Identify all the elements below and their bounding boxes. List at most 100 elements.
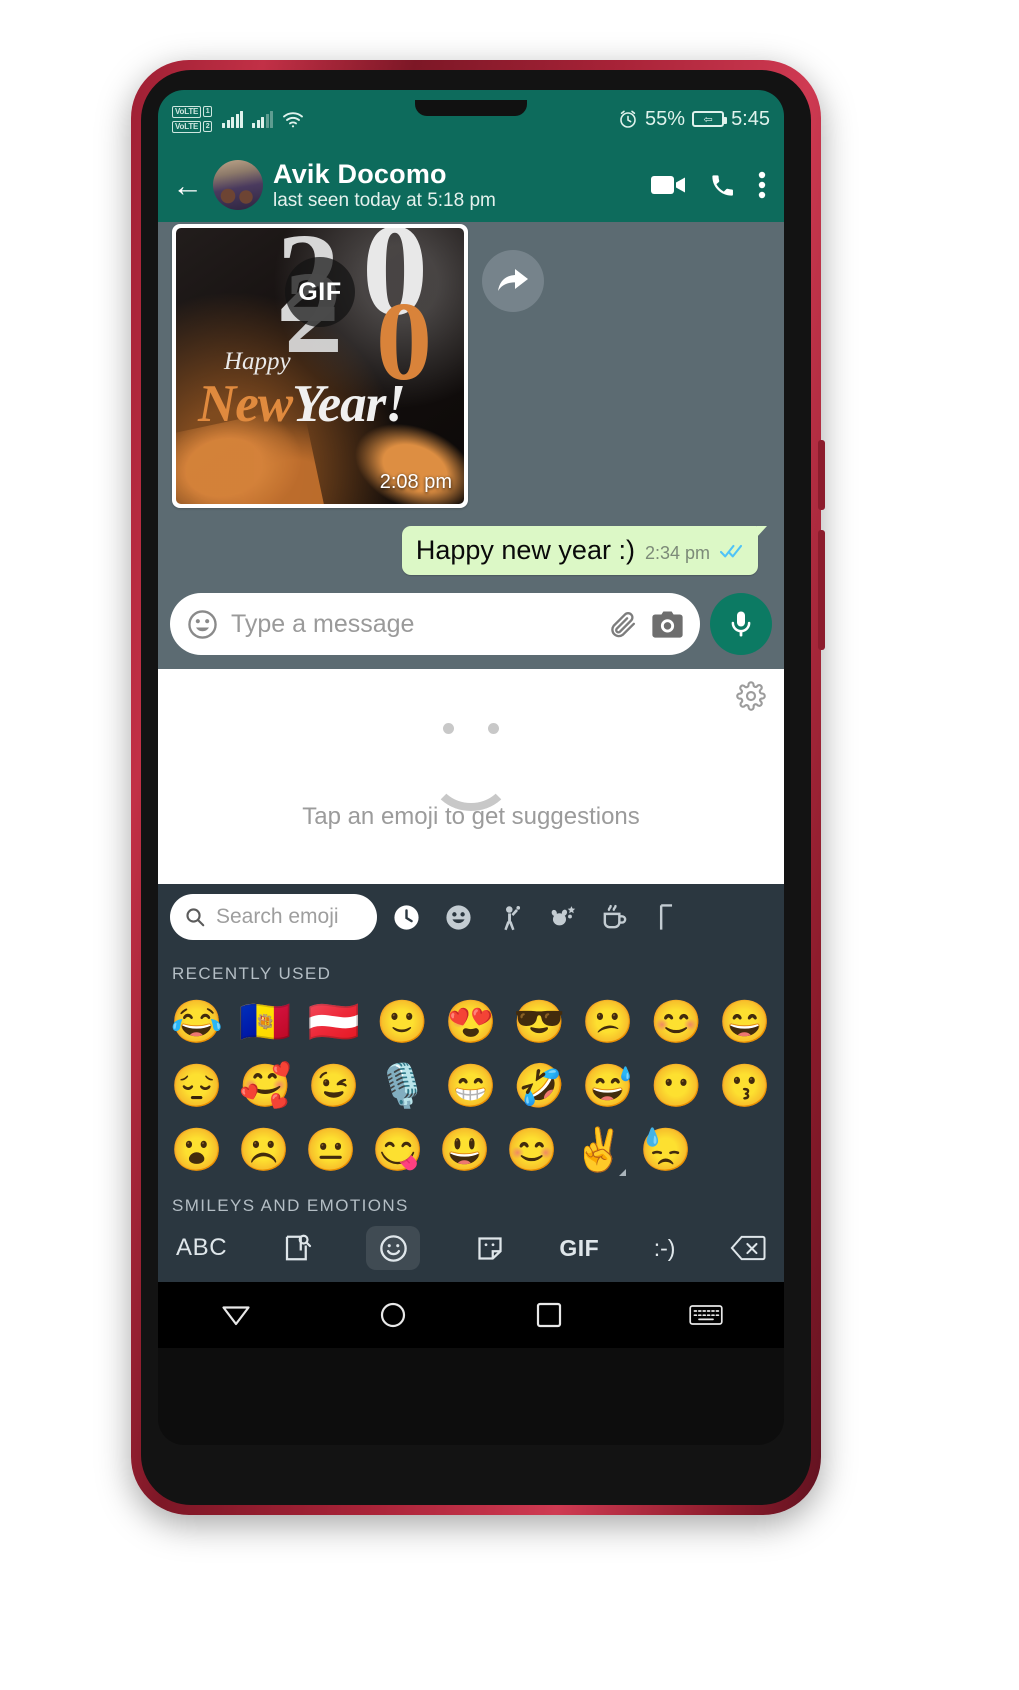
emoji-cell[interactable]: 😐	[302, 1122, 360, 1178]
chat-header: ← Avik Docomo last seen today at 5:18 pm	[158, 148, 784, 222]
emoji-smiley-icon[interactable]	[186, 608, 219, 641]
emoji-cell[interactable]: 🙂	[374, 994, 432, 1050]
back-arrow-icon[interactable]: ←	[172, 170, 203, 201]
emoji-row: 😂 🇦🇩 🇦🇹 🙂 😍 😎 😕 😊 😄	[158, 990, 784, 1054]
emoji-cell[interactable]: 😃	[436, 1122, 494, 1178]
message-input-placeholder: Type a message	[231, 609, 415, 638]
search-placeholder: Search emoji	[216, 905, 339, 928]
emoji-cell[interactable]: 🥰	[237, 1058, 295, 1114]
emoji-cell[interactable]: ✌️	[570, 1122, 628, 1178]
phone-call-icon[interactable]	[709, 172, 736, 199]
outgoing-message-text: Happy new year :)	[415, 535, 635, 565]
tab-activities[interactable]	[647, 897, 685, 937]
tab-smileys[interactable]	[439, 897, 477, 937]
emoji-cell[interactable]: 🎙️	[374, 1058, 432, 1114]
emoji-row: 😔 🥰 😉 🎙️ 😁 🤣 😅 😶 😗	[158, 1054, 784, 1118]
camera-icon[interactable]	[651, 610, 684, 639]
contact-name: Avik Docomo	[273, 158, 447, 189]
section-header-recently-used: RECENTLY USED	[172, 964, 332, 983]
volte-indicators: VoLTE 1 VoLTE 2	[172, 105, 213, 133]
nav-back-triangle-icon[interactable]	[201, 1291, 271, 1339]
header-actions	[651, 170, 770, 200]
nav-home-circle-icon[interactable]	[358, 1291, 428, 1339]
gif-timestamp: 2:08 pm	[379, 471, 452, 493]
gear-icon[interactable]	[736, 681, 766, 716]
emoji-cell[interactable]: 😔	[168, 1058, 226, 1114]
battery-charging-icon: ⇦	[692, 111, 728, 127]
emoji-cell[interactable]: 😓	[637, 1122, 695, 1178]
emoji-cell[interactable]: 😕	[579, 994, 637, 1050]
paperclip-icon[interactable]	[608, 609, 639, 640]
gif-text-new: New	[198, 375, 293, 433]
volume-button[interactable]	[818, 530, 825, 650]
tab-food-drink[interactable]	[595, 897, 633, 937]
gif-message-bubble[interactable]: 2 0 2 0 Happy NewYear! GIF 2:08 pm	[172, 224, 468, 508]
outgoing-message-row: Happy new year :) 2:34 pm	[172, 526, 770, 575]
alarm-clock-icon	[618, 109, 638, 129]
power-button[interactable]	[818, 440, 825, 510]
emoji-suggestion-panel: Tap an emoji to get suggestions	[158, 669, 784, 884]
emoji-cell[interactable]: 🇦🇩	[237, 994, 295, 1050]
section-header-smileys: SMILEYS AND EMOTIONS	[172, 1196, 409, 1215]
emoji-cell[interactable]: ☹️	[235, 1122, 293, 1178]
microphone-icon[interactable]	[710, 593, 772, 655]
emoji-cell[interactable]: 😮	[168, 1122, 226, 1178]
nav-keyboard-icon[interactable]	[671, 1291, 741, 1339]
volte-sim1: VoLTE 1	[172, 105, 213, 118]
battery-percent-label: 55%	[645, 107, 686, 130]
status-bar-clock: 5:45	[731, 107, 770, 130]
emoji-cell[interactable]: 😋	[369, 1122, 427, 1178]
emoji-cell[interactable]: 😍	[442, 994, 500, 1050]
phone-screen: VoLTE 1 VoLTE 2 55% ⇦ 5:45 ← Avik Docomo…	[158, 90, 784, 1445]
outgoing-message-bubble[interactable]: Happy new year :) 2:34 pm	[401, 526, 768, 575]
android-navigation-bar	[158, 1282, 784, 1348]
avatar[interactable]	[213, 160, 263, 210]
emoji-cell[interactable]: 😶	[648, 1058, 706, 1114]
video-call-icon[interactable]	[651, 173, 687, 197]
emoji-cell[interactable]: 🤣	[511, 1058, 569, 1114]
kaomoji-button[interactable]: :-)	[654, 1235, 676, 1262]
chat-message-area: 2 0 2 0 Happy NewYear! GIF 2:08 pm	[158, 222, 784, 583]
emoji-cell[interactable]: 😅	[579, 1058, 637, 1114]
gif-text-new-year: NewYear!	[198, 374, 406, 434]
volte-sim2: VoLTE 2	[172, 120, 213, 133]
emoji-category-tabs	[387, 897, 772, 937]
overflow-menu-icon[interactable]	[758, 170, 766, 200]
signal-bars-icon	[222, 110, 244, 128]
sticker-icon[interactable]	[475, 1233, 505, 1263]
abc-button[interactable]: ABC	[176, 1234, 227, 1262]
camera-notch	[415, 100, 527, 116]
tab-animals-nature[interactable]	[543, 897, 581, 937]
gif-button[interactable]: GIF	[559, 1235, 599, 1262]
emoji-cell[interactable]: 😁	[442, 1058, 500, 1114]
read-receipt-ticks-icon	[719, 542, 746, 565]
emoji-row: 😮 ☹️ 😐 😋 😃 😊 ✌️ 😓	[158, 1118, 784, 1182]
forward-arrow-icon[interactable]	[482, 250, 544, 312]
nav-recents-square-icon[interactable]	[514, 1291, 584, 1339]
emoji-icon[interactable]	[366, 1226, 421, 1270]
clipboard-search-icon[interactable]	[282, 1233, 312, 1263]
emoji-cell[interactable]: 😂	[168, 994, 226, 1050]
volte-sim2-number: 2	[203, 121, 213, 132]
emoji-cell[interactable]: 😄	[716, 994, 774, 1050]
tab-recent[interactable]	[387, 897, 425, 937]
emoji-cell[interactable]: 😉	[305, 1058, 363, 1114]
search-icon	[184, 906, 206, 928]
contact-info[interactable]: Avik Docomo last seen today at 5:18 pm	[273, 159, 496, 212]
message-input-pill[interactable]: Type a message	[170, 593, 700, 655]
message-input-bar: Type a message	[158, 583, 784, 669]
gif-media[interactable]: 2 0 2 0 Happy NewYear! GIF 2:08 pm	[176, 228, 464, 504]
emoji-cell[interactable]: 😗	[716, 1058, 774, 1114]
emoji-keyboard: Search emoji RECENTLY USED 😂 🇦🇩 🇦🇹 🙂 😍 😎…	[158, 884, 784, 1282]
wifi-icon	[282, 111, 304, 128]
keyboard-bottom-bar: ABC GIF:-)	[158, 1220, 784, 1282]
backspace-icon[interactable]	[730, 1234, 766, 1262]
phone-frame: VoLTE 1 VoLTE 2 55% ⇦ 5:45 ← Avik Docomo…	[131, 60, 825, 1515]
tab-people[interactable]	[491, 897, 529, 937]
emoji-cell[interactable]: 😊	[648, 994, 706, 1050]
search-input[interactable]: Search emoji	[170, 894, 377, 940]
emoji-cell[interactable]: 😊	[503, 1122, 561, 1178]
emoji-cell[interactable]: 🇦🇹	[305, 994, 363, 1050]
emoji-cell[interactable]: 😎	[511, 994, 569, 1050]
gif-badge[interactable]: GIF	[285, 257, 355, 327]
